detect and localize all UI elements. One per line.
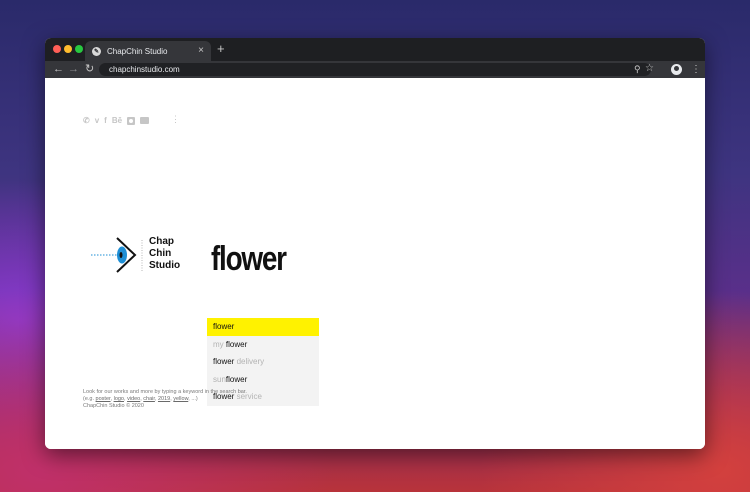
tab-chapchin-studio[interactable]: ✎ ChapChin Studio × bbox=[85, 41, 211, 61]
browser-window: ✎ ChapChin Studio × + ← → ↻ chapchinstud… bbox=[45, 38, 705, 449]
address-bar[interactable]: chapchinstudio.com ⚲ ☆ bbox=[99, 62, 654, 76]
example-link-2019[interactable]: 2019 bbox=[158, 396, 170, 402]
reload-icon[interactable]: ↻ bbox=[85, 62, 94, 77]
footer-copyright: ChapChin Studio © 2020 bbox=[83, 403, 144, 409]
tab-bar: ✎ ChapChin Studio × + bbox=[45, 38, 705, 61]
suggestion-item[interactable]: flower delivery bbox=[207, 353, 319, 371]
footer: Look for our works and more by typing a … bbox=[83, 389, 247, 410]
zoom-window-button[interactable] bbox=[75, 45, 83, 53]
page-content: ✆ v f Bē ⋮ Chap Chin Studio flower my fl… bbox=[45, 78, 705, 449]
url-text: chapchinstudio.com bbox=[109, 65, 180, 74]
footer-hint: Look for our works and more by typing a … bbox=[83, 389, 247, 395]
search-input[interactable] bbox=[211, 238, 334, 280]
browser-toolbar: ← → ↻ chapchinstudio.com ⚲ ☆ ⋮ bbox=[45, 61, 705, 78]
forward-arrow-icon[interactable]: → bbox=[68, 62, 79, 77]
phone-icon[interactable]: ✆ bbox=[83, 116, 90, 125]
tab-title: ChapChin Studio bbox=[107, 46, 168, 56]
example-link-poster[interactable]: poster bbox=[96, 396, 111, 402]
vimeo-icon[interactable]: v bbox=[95, 116, 99, 125]
close-window-button[interactable] bbox=[53, 45, 61, 53]
example-link-yellow[interactable]: yellow bbox=[173, 396, 188, 402]
magnifier-icon[interactable]: ⚲ bbox=[634, 63, 641, 76]
suggestion-item[interactable]: my flower bbox=[207, 336, 319, 354]
kebab-menu-icon[interactable]: ⋮ bbox=[691, 62, 701, 77]
example-link-video[interactable]: video bbox=[127, 396, 140, 402]
profile-icon[interactable] bbox=[671, 64, 682, 75]
minimize-window-button[interactable] bbox=[64, 45, 72, 53]
back-arrow-icon[interactable]: ← bbox=[53, 62, 64, 77]
eye-logo-icon bbox=[91, 237, 143, 273]
mail-icon[interactable] bbox=[140, 117, 150, 124]
behance-icon[interactable]: Bē bbox=[112, 116, 122, 125]
tab-close-icon[interactable]: × bbox=[198, 46, 204, 56]
suggestion-item[interactable]: sunflower bbox=[207, 371, 319, 389]
footer-examples: (e.g. poster, logo, video, chair, 2019, … bbox=[83, 396, 198, 402]
favicon-icon: ✎ bbox=[92, 46, 101, 56]
page-menu-icon[interactable]: ⋮ bbox=[171, 114, 180, 124]
new-tab-button[interactable]: + bbox=[217, 42, 225, 56]
facebook-icon[interactable]: f bbox=[104, 116, 107, 125]
example-link-logo[interactable]: logo bbox=[114, 396, 124, 402]
instagram-icon[interactable] bbox=[127, 116, 136, 125]
social-links: ✆ v f Bē bbox=[83, 116, 150, 125]
star-icon[interactable]: ☆ bbox=[645, 62, 654, 75]
logo-wordmark: Chap Chin Studio bbox=[149, 236, 181, 271]
suggestion-item[interactable]: flower bbox=[207, 318, 319, 336]
example-link-chair[interactable]: chair bbox=[143, 396, 155, 402]
